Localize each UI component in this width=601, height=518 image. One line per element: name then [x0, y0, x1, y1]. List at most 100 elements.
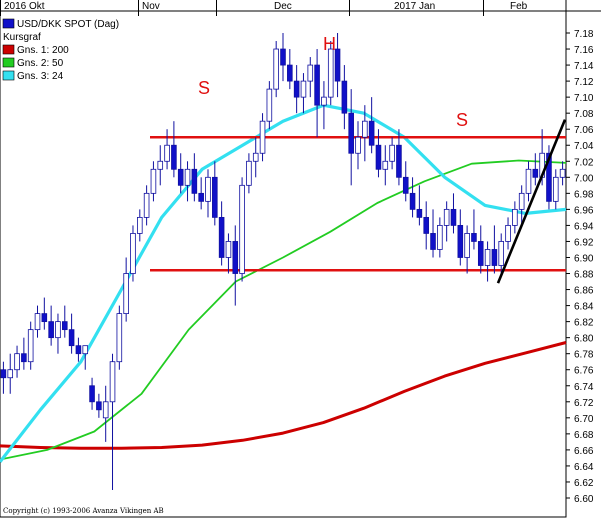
- y-tick-label: 7.10: [574, 93, 594, 104]
- candle-up: [464, 233, 470, 258]
- candle-up: [259, 120, 266, 154]
- legend-label-ma24: Gns. 3: 24: [17, 71, 64, 82]
- y-tick-label: 7.14: [574, 61, 594, 72]
- candle-down: [212, 176, 218, 218]
- candle-up: [143, 192, 150, 218]
- legend-label-kursgraf: Kursgraf: [3, 32, 41, 43]
- x-tick-label: Nov: [142, 1, 160, 12]
- candle-down: [396, 144, 402, 178]
- candle-down: [457, 225, 464, 258]
- candle-down: [293, 80, 300, 98]
- candle-up: [300, 80, 307, 98]
- candle-up: [552, 176, 559, 202]
- y-tick-label: 7.06: [574, 125, 594, 136]
- candle-down: [471, 233, 477, 242]
- candle-down: [218, 216, 225, 258]
- y-tick-label: 6.72: [574, 398, 594, 409]
- candle-down: [171, 144, 177, 170]
- annotation-right-shoulder: S: [456, 110, 468, 130]
- y-tick-label: 7.02: [574, 157, 594, 168]
- y-tick-label: 6.84: [574, 302, 594, 313]
- y-axis-ticks: 7.18 7.16 7.14 7.12 7.10 7.08 7.06 7.04 7.02 7.00…: [566, 29, 594, 505]
- x-tick-label: Dec: [274, 1, 292, 12]
- candle-up: [505, 225, 511, 242]
- y-tick-label: 6.74: [574, 382, 594, 393]
- candle-down: [368, 120, 375, 146]
- y-tick-label: 6.78: [574, 350, 594, 361]
- candle-down: [491, 249, 498, 266]
- y-tick-label: 7.18: [574, 29, 594, 40]
- candle-up: [55, 321, 61, 339]
- candle-down: [375, 144, 382, 170]
- copyright-text: Copyright (c) 1993-2006 Avanza Vikingen …: [3, 507, 164, 515]
- candle-up: [484, 249, 491, 266]
- candle-down: [191, 168, 198, 194]
- candle-up: [266, 88, 273, 122]
- candle-up: [512, 208, 518, 226]
- candle-up: [443, 208, 450, 226]
- candle-up: [130, 233, 136, 274]
- legend-label-ma50: Gns. 2: 50: [17, 58, 64, 69]
- candle-up: [327, 48, 334, 98]
- candle-down: [409, 192, 416, 210]
- candle-up: [252, 152, 259, 162]
- candle-up: [184, 168, 191, 186]
- candle-up: [382, 160, 389, 170]
- y-tick-label: 6.80: [574, 334, 594, 345]
- candle-up: [137, 216, 143, 234]
- y-tick-label: 7.00: [574, 173, 594, 184]
- candle-down: [198, 192, 204, 202]
- candle-down: [61, 321, 68, 331]
- candle-up: [109, 361, 116, 403]
- y-tick-label: 6.60: [574, 494, 594, 505]
- candle-up: [7, 369, 14, 379]
- candle-up: [82, 345, 89, 355]
- candle-down: [532, 168, 539, 178]
- candle-up: [14, 353, 20, 371]
- candle-up: [498, 241, 505, 266]
- candle-up: [150, 168, 157, 194]
- candle-up: [437, 225, 443, 250]
- y-tick-label: 6.96: [574, 205, 594, 216]
- y-tick-label: 7.08: [574, 109, 594, 120]
- candle-up: [307, 64, 314, 82]
- y-tick-label: 6.70: [574, 414, 594, 425]
- legend-label-ma200: Gns. 1: 200: [17, 45, 69, 56]
- candle-down: [280, 48, 286, 66]
- candle-up: [116, 313, 123, 363]
- candle-up: [362, 120, 368, 138]
- candle-up: [355, 136, 361, 154]
- y-tick-label: 6.82: [574, 318, 594, 329]
- y-tick-label: 7.16: [574, 45, 594, 56]
- candle-down: [430, 233, 436, 250]
- candle-down: [314, 64, 320, 106]
- y-tick-label: 6.62: [574, 478, 594, 489]
- candle-down: [287, 64, 293, 82]
- candle-up: [273, 48, 279, 90]
- candle-up: [225, 241, 232, 258]
- candle-up: [559, 168, 566, 178]
- candle-up: [518, 192, 525, 210]
- candle-up: [321, 96, 327, 106]
- candle-up: [525, 168, 532, 194]
- annotation-head: H: [323, 34, 336, 54]
- candle-down: [232, 241, 239, 274]
- candle-up: [389, 144, 395, 162]
- legend-swatch-ma200: [2, 44, 15, 55]
- y-tick-label: 6.98: [574, 189, 594, 200]
- y-tick-label: 6.86: [574, 286, 594, 297]
- legend-label-price: USD/DKK SPOT (Dag): [17, 19, 119, 30]
- legend-swatch-ma24: [2, 70, 15, 81]
- x-axis-labels: 2016 Okt Nov Dec 2017 Jan Feb: [4, 1, 528, 12]
- candle-up: [246, 160, 252, 186]
- candle-down: [450, 208, 457, 226]
- candle-up: [34, 313, 41, 331]
- candle-down: [68, 329, 75, 347]
- y-tick-label: 6.66: [574, 446, 594, 457]
- x-tick-label: 2016 Okt: [4, 1, 45, 12]
- candle-up: [205, 176, 211, 202]
- y-tick-label: 7.12: [574, 77, 594, 88]
- y-tick-label: 7.04: [574, 141, 594, 152]
- price-chart: 2016 Okt Nov Dec 2017 Jan Feb 7.187.167.…: [0, 0, 601, 518]
- y-tick-label: 6.88: [574, 270, 594, 281]
